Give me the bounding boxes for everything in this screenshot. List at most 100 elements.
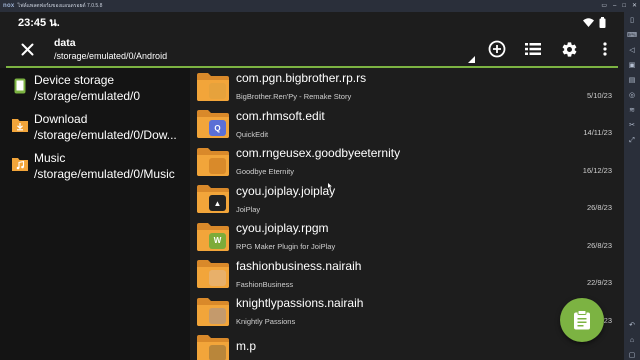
add-circle-icon xyxy=(488,40,506,58)
storage-name: Download xyxy=(34,112,88,126)
file-description: RPG Maker Plugin for JoiPlay xyxy=(236,242,336,252)
file-date: 14/11/23 xyxy=(583,128,612,137)
music-folder-icon xyxy=(12,158,28,171)
app-badge-icon xyxy=(209,157,226,174)
clipboard-icon xyxy=(574,310,590,330)
storage-item-device[interactable]: Device storage /storage/emulated/0 xyxy=(0,72,190,111)
settings-button[interactable] xyxy=(558,38,580,60)
file-row[interactable]: Qcom.rhmsoft.edit QuickEdit 14/11/23 xyxy=(196,106,624,144)
list-view-icon xyxy=(525,43,541,55)
file-description: BigBrother.Ren'Py - Remake Story xyxy=(236,92,352,102)
file-row[interactable]: com.pgn.bigbrother.rp.rs BigBrother.Ren'P… xyxy=(196,68,624,106)
path-dropdown-icon[interactable] xyxy=(468,56,475,63)
more-options-button[interactable] xyxy=(594,38,616,60)
folder-icon xyxy=(196,72,230,102)
folder-icon xyxy=(196,259,230,289)
app-badge-icon xyxy=(209,345,226,360)
emulator-folder-icon[interactable]: ▤ xyxy=(629,76,636,85)
file-row[interactable]: Wcyou.joiplay.rpgm RPG Maker Plugin for J… xyxy=(196,218,624,256)
storage-item-music[interactable]: Music /storage/emulated/0/Music xyxy=(0,150,190,189)
emulator-close-icon[interactable]: ✕ xyxy=(632,1,637,11)
emulator-menu-icon[interactable]: ▭ xyxy=(601,1,607,11)
storage-item-download[interactable]: Download /storage/emulated/0/Dow... xyxy=(0,111,190,150)
emulator-screen-icon[interactable]: ▣ xyxy=(629,61,636,70)
emulator-expand-icon[interactable]: ⤢ xyxy=(629,136,635,145)
emulator-keyboard-icon[interactable]: ⌨ xyxy=(627,31,637,40)
app-badge-icon xyxy=(209,82,226,99)
emulator-recent-icon[interactable]: ▢ xyxy=(629,351,636,360)
close-button[interactable] xyxy=(0,32,54,66)
file-date: 26/8/23 xyxy=(586,203,612,212)
path-display[interactable]: data /storage/emulated/0/Android xyxy=(54,37,167,62)
app-badge-icon: W xyxy=(209,232,226,249)
file-name: com.rhmsoft.edit xyxy=(236,108,325,123)
emulator-title: ไฟล์แพลตฟอร์มของแอนดรอยด์ 7.0.5.8 xyxy=(17,3,103,9)
file-name: cyou.joiplay.rpgm xyxy=(236,221,329,236)
file-row[interactable]: fashionbusiness.nairaih FashionBusiness 22… xyxy=(196,256,624,294)
folder-path: /storage/emulated/0/Android xyxy=(54,50,168,61)
folder-icon xyxy=(196,147,230,177)
file-name: m.p xyxy=(236,339,257,354)
folder-icon: W xyxy=(196,222,230,252)
close-icon xyxy=(21,43,33,55)
status-time: 23:45 น. xyxy=(18,17,60,29)
storage-list: Device storage /storage/emulated/0 Downl… xyxy=(0,68,190,360)
gear-icon xyxy=(562,41,576,57)
file-name: com.pgn.bigbrother.rp.rs xyxy=(236,71,367,86)
storage-path: /storage/emulated/0/Dow... xyxy=(34,128,177,142)
storage-path: /storage/emulated/0 xyxy=(34,89,141,103)
storage-name: Music xyxy=(34,151,66,165)
view-mode-button[interactable] xyxy=(522,38,544,60)
file-description: JoiPlay xyxy=(236,204,261,214)
add-button[interactable] xyxy=(486,38,508,60)
file-date: 26/8/23 xyxy=(586,240,612,250)
file-list: com.pgn.bigbrother.rp.rs BigBrother.Ren'P… xyxy=(190,68,624,360)
file-description: FashionBusiness xyxy=(236,279,294,289)
emulator-maximize-icon[interactable]: □ xyxy=(622,1,626,11)
file-row[interactable]: ▲ cyou.joiplay.joiplay JoiPlay 26/8/23 xyxy=(196,181,624,219)
file-date: 22/9/23 xyxy=(586,278,612,287)
paste-fab-button[interactable] xyxy=(560,298,604,342)
more-vert-icon xyxy=(603,42,607,56)
emulator-shake-icon[interactable]: ≋ xyxy=(629,106,635,115)
android-screen: 23:45 น. data /storage/emulated/0/Androi… xyxy=(0,12,624,360)
phone-icon xyxy=(14,78,26,94)
emulator-back-icon[interactable]: ↶ xyxy=(629,321,635,330)
app-badge-icon xyxy=(209,307,226,324)
emulator-home-icon[interactable]: ⌂ xyxy=(630,336,634,345)
emulator-phone-icon[interactable]: ▯ xyxy=(630,16,634,25)
folder-title: data xyxy=(54,36,76,49)
emulator-logo: nox xyxy=(3,3,15,9)
app-badge-icon: ▲ xyxy=(209,195,226,212)
file-row[interactable]: m.p xyxy=(196,331,624,360)
emulator-location-icon[interactable]: ◎ xyxy=(629,91,635,100)
emulator-volume-icon[interactable]: ◁ xyxy=(629,46,634,55)
battery-icon xyxy=(599,16,606,28)
file-name: cyou.joiplay.joiplay xyxy=(236,183,336,198)
storage-name: Device storage xyxy=(34,73,115,87)
app-badge-icon: Q xyxy=(209,120,226,137)
file-row[interactable]: com.rngeusex.goodbyeeternity Goodbye Eter… xyxy=(196,143,624,181)
emulator-title-bar: nox ไฟล์แพลตฟอร์มของแอนดรอยด์ 7.0.5.8 ▭ … xyxy=(0,0,640,12)
storage-path: /storage/emulated/0/Music xyxy=(34,167,175,181)
emulator-sidebar: ▯ ⌨ ◁ ▣ ▤ ◎ ≋ ✂ ⤢ ↶ ⌂ ▢ xyxy=(624,12,640,360)
file-name: com.rngeusex.goodbyeeternity xyxy=(236,146,401,161)
folder-icon xyxy=(196,334,230,360)
emulator-window-controls: ▭ – □ ✕ xyxy=(601,1,637,11)
wifi-icon xyxy=(583,17,594,27)
folder-icon: ▲ xyxy=(196,184,230,214)
emulator-scissor-icon[interactable]: ✂ xyxy=(629,121,635,130)
app-toolbar: data /storage/emulated/0/Android xyxy=(0,32,624,66)
app-badge-icon xyxy=(209,270,226,287)
download-folder-icon xyxy=(12,119,28,132)
folder-icon: Q xyxy=(196,109,230,139)
file-description: Goodbye Eternity xyxy=(236,167,294,177)
file-description: QuickEdit xyxy=(236,129,269,139)
emulator-minimize-icon[interactable]: – xyxy=(613,1,616,11)
file-name: fashionbusiness.nairaih xyxy=(236,258,362,273)
status-bar: 23:45 น. xyxy=(0,12,624,32)
mouse-cursor xyxy=(328,183,332,189)
folder-icon xyxy=(196,297,230,327)
file-date: 5/10/23 xyxy=(586,90,612,100)
file-date: 16/12/23 xyxy=(582,165,612,175)
